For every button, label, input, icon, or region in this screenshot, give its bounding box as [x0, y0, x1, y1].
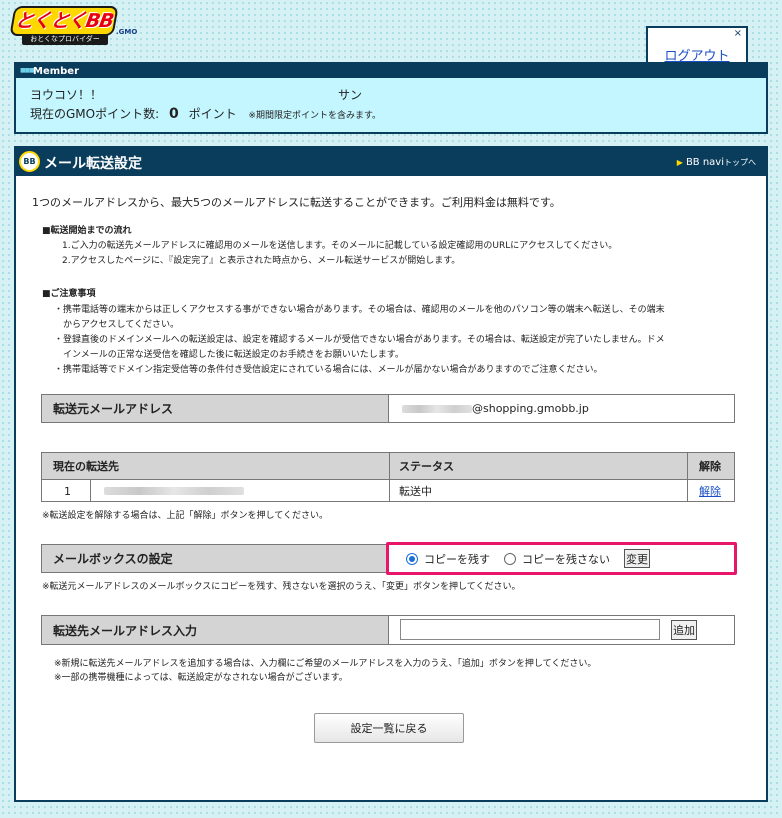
points-value: 0	[168, 106, 179, 122]
header-release: 解除	[699, 460, 721, 473]
mailbox-note: ※転送元メールアドレスのメールボックスにコピーを残す、残さないを選択のうえ、「変…	[42, 582, 521, 592]
redacted-text	[104, 487, 244, 495]
add-note: ※一部の携帯機種によっては、転送設定がなされない場合がございます。	[54, 673, 348, 683]
close-icon[interactable]: ×	[734, 28, 742, 40]
member-greeting: ヨウコソ！！	[30, 88, 103, 102]
caution-line: ・登録直後のドメインメールへの転送設定は、設定を確認するメールが受信できない場合…	[54, 335, 665, 345]
caution-line: ・携帯電話等でドメイン指定受信等の条件付き受信設定にされている場合には、メールが…	[54, 365, 603, 375]
page-title: メール転送設定	[44, 156, 142, 172]
member-header: ■■■Member	[16, 64, 766, 78]
logo-mark: とくとくBB	[9, 6, 119, 36]
logo-gmo: .GMO	[116, 28, 138, 36]
points-note: ※期間限定ポイントを含みます。	[248, 111, 382, 121]
points-label: 現在のGMOポイント数:	[30, 107, 160, 121]
member-honorific: サン	[338, 88, 363, 102]
intro-text: 1つのメールアドレスから、最大5つのメールアドレスに転送することができます。ご利…	[32, 196, 561, 209]
mail-forward-panel: BB メール転送設定 ▶ BB naviトップへ 1つのメールアドレスから、最大5…	[14, 146, 768, 802]
caution-title: ■ご注意事項	[42, 289, 96, 299]
release-note: ※転送設定を解除する場合は、上記「解除」ボタンを押してください。	[42, 511, 329, 521]
flow-line: 2.アクセスしたページに、『設定完了』と表示された時点から、メール転送サービスが…	[62, 256, 461, 266]
back-to-list-button[interactable]: 設定一覧に戻る	[314, 713, 464, 743]
source-address-value: @shopping.gmobb.jp	[402, 395, 589, 422]
redacted-text	[402, 404, 472, 413]
forward-destination-table: 現在の転送先 ステータス 解除 1 転送中 解除	[41, 452, 735, 502]
add-destination-label: 転送先メールアドレス入力	[42, 616, 389, 644]
flow-title: ■転送開始までの流れ	[42, 226, 132, 236]
member-points: 現在のGMOポイント数: 0 ポイント ※期間限定ポイントを含みます。	[30, 105, 381, 122]
divider	[687, 453, 688, 501]
dots-icon: ■■■	[20, 67, 35, 74]
bb-icon: BB	[19, 151, 40, 172]
mailbox-setting-label: メールボックスの設定	[42, 545, 389, 572]
logo-tagline: おとくなプロバイダー	[22, 34, 108, 45]
panel-header: BB メール転送設定 ▶ BB naviトップへ	[16, 148, 766, 176]
source-address-label: 転送元メールアドレス	[42, 395, 389, 422]
destination-address	[104, 480, 244, 502]
row-number: 1	[64, 484, 71, 498]
add-button[interactable]: 追加	[671, 620, 697, 640]
header-destination: 現在の転送先	[53, 460, 119, 473]
table-header: 現在の転送先 ステータス 解除	[42, 453, 734, 480]
header-status: ステータス	[399, 460, 454, 473]
caution-line: インメールの正常な送受信を確認した後に転送設定のお手続きをお願いいたします。	[54, 350, 404, 360]
bb-navi-top-link[interactable]: ▶ BB naviトップへ	[677, 157, 756, 168]
destination-email-input[interactable]	[400, 619, 660, 640]
source-address-row: 転送元メールアドレス @shopping.gmobb.jp	[41, 394, 735, 423]
release-link[interactable]: 解除	[699, 480, 721, 502]
points-unit: ポイント	[188, 107, 237, 121]
caution-line: からアクセスしてください。	[54, 320, 180, 330]
caution-line: ・携帯電話等の端末からは正しくアクセスする事ができない場合があります。その場合は…	[54, 305, 665, 315]
highlight-box	[386, 542, 737, 575]
triangle-right-icon: ▶	[676, 158, 683, 167]
divider	[90, 480, 91, 501]
divider	[389, 453, 390, 501]
member-panel: ■■■Member ヨウコソ！！ サン 現在のGMOポイント数: 0 ポイント …	[14, 62, 768, 134]
flow-line: 1.ご入力の転送先メールアドレスに確認用のメールを送信します。そのメールに記載し…	[62, 241, 618, 251]
row-status: 転送中	[399, 485, 432, 498]
add-note: ※新規に転送先メールアドレスを追加する場合は、入力欄にご希望のメールアドレスを入…	[54, 659, 597, 669]
tokutoku-bb-logo[interactable]: とくとくBB おとくなプロバイダー .GMO	[9, 6, 137, 48]
